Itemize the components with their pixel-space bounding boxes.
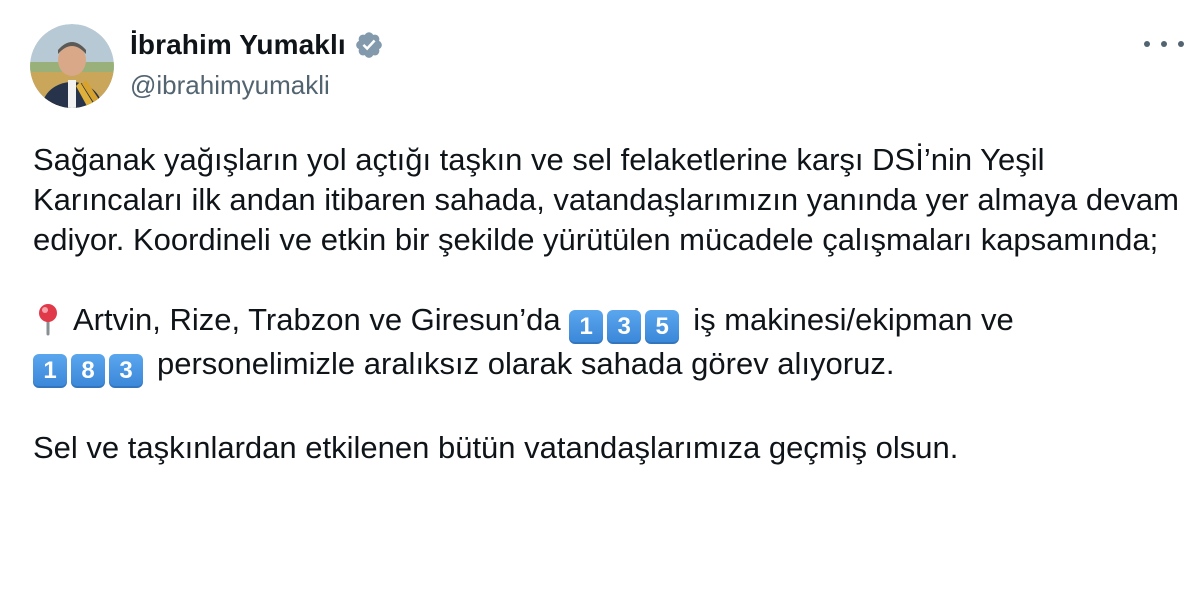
tweet-paragraph-2: Artvin, Rize, Trabzon ve Giresun’da 135i… xyxy=(33,300,1193,388)
personnel-count-keycaps: 183 xyxy=(33,344,147,388)
tweet-paragraph-3: Sel ve taşkınlardan etkilenen bütün vata… xyxy=(33,430,959,465)
keycap-digit-icon: 1 xyxy=(33,354,67,388)
tweet-card: İbrahim Yumaklı @ibrahimyumakli Sağanak … xyxy=(0,0,1200,589)
avatar-photo xyxy=(30,24,114,108)
tweet-paragraph-1: Sağanak yağışların yol açtığı taşkın ve … xyxy=(33,142,1179,257)
more-dot xyxy=(1144,41,1150,47)
author-handle[interactable]: @ibrahimyumakli xyxy=(130,70,384,101)
locations-text: Artvin, Rize, Trabzon ve Giresun’da xyxy=(73,302,561,337)
more-dot xyxy=(1178,41,1184,47)
tweet-text: Sağanak yağışların yol açtığı taşkın ve … xyxy=(33,140,1193,468)
keycap-digit-icon: 3 xyxy=(109,354,143,388)
round-pushpin-icon xyxy=(33,300,63,340)
keycap-digit-icon: 3 xyxy=(607,310,642,344)
avatar[interactable] xyxy=(30,24,114,108)
machines-count-keycaps: 135 xyxy=(569,300,683,344)
author-display-name[interactable]: İbrahim Yumaklı xyxy=(130,29,346,61)
author-info: İbrahim Yumaklı @ibrahimyumakli xyxy=(130,26,384,101)
keycap-digit-icon: 8 xyxy=(71,354,105,388)
more-options-icon[interactable] xyxy=(1144,34,1184,54)
more-dot xyxy=(1161,41,1167,47)
verified-badge-icon[interactable] xyxy=(354,30,384,60)
personnel-text: personelimizle aralıksız olarak sahada g… xyxy=(157,346,895,381)
keycap-digit-icon: 5 xyxy=(645,310,680,344)
keycap-digit-icon: 1 xyxy=(569,310,604,344)
machines-text: iş makinesi/ekipman ve xyxy=(693,302,1014,337)
